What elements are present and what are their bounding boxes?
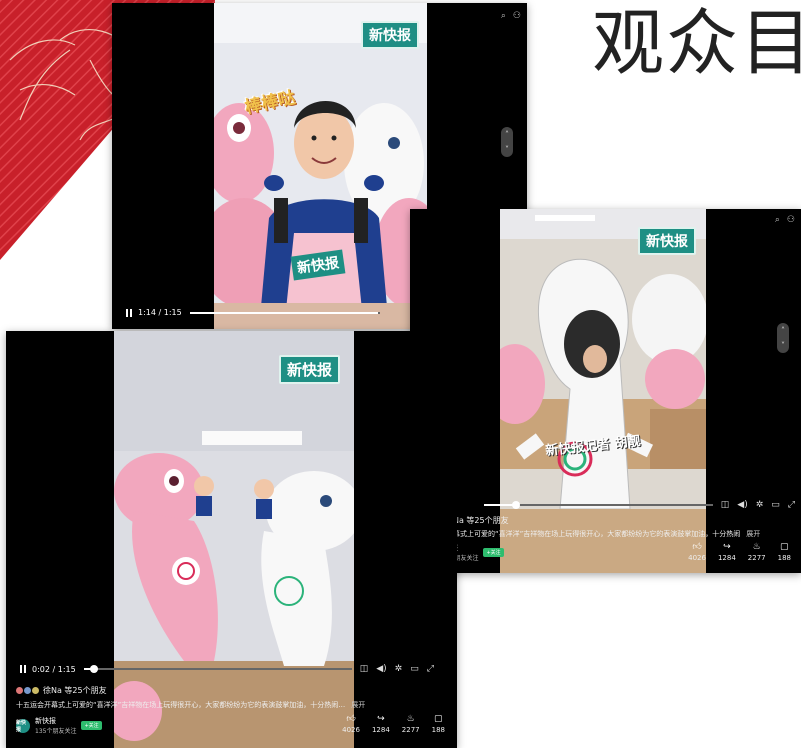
top-toolbar: ⌕ ⚇ xyxy=(775,215,795,225)
playback-bar: 0:02 / 1:15 ◫ ◀) ✲ ▭ ⤢ xyxy=(20,664,452,674)
account-followers: 135个朋友关注 xyxy=(35,728,77,735)
video-player-right[interactable]: 新快报 新快报记者 胡靓 ⌕ ⚇ ˄ ˅ 0:10 / 1:15 ◫ ◀) ✲ … xyxy=(410,209,801,573)
search-icon[interactable]: ⌕ xyxy=(501,11,506,21)
volume-icon[interactable]: ◀) xyxy=(737,500,747,510)
flame-icon: ♨ xyxy=(752,542,761,552)
follow-button[interactable]: +关注 xyxy=(483,548,504,557)
brand-logo: 新快报 xyxy=(361,21,419,49)
pause-icon[interactable] xyxy=(20,665,26,673)
friends-liked: 徐Na 等25个朋友 xyxy=(16,685,107,696)
friend-avatars xyxy=(16,687,39,694)
video-still-boy-with-mascots xyxy=(214,3,427,329)
settings-icon[interactable]: ✲ xyxy=(756,500,764,510)
headline-text: 观众目 xyxy=(592,1,801,85)
comment-icon: ▢ xyxy=(434,714,443,724)
share-count: 1284 xyxy=(371,726,390,734)
video-caption: 十五运会开幕式上可爱的“喜洋洋”吉祥物在场上玩得很开心，大家都纷纷为它的表演鼓掌… xyxy=(16,700,451,710)
share-icon: ↪ xyxy=(723,542,731,552)
thumbs-up-icon: 👍︎ xyxy=(692,542,702,552)
account-name[interactable]: 新快报 xyxy=(35,716,76,726)
video-frame[interactable]: 新快报 新快报记者 胡靓 xyxy=(500,209,706,573)
video-player-bottom-left[interactable]: 新快报 0:02 / 1:15 ◫ ◀) ✲ ▭ ⤢ 徐Na 等25个朋友 十五… xyxy=(6,331,457,748)
video-still-mascot-costume xyxy=(500,209,706,573)
player-controls: ◫ ◀) ✲ ▭ ⤢ xyxy=(721,500,795,510)
chevron-up-icon[interactable]: ˄ xyxy=(505,130,509,139)
share-count: 1284 xyxy=(717,554,736,562)
comment-count: 188 xyxy=(431,726,445,734)
chevron-down-icon[interactable]: ˅ xyxy=(781,341,785,350)
expand-link[interactable]: 展开 xyxy=(746,530,760,538)
brand-logo: 新快报 xyxy=(278,355,340,384)
player-controls: ◫ ◀) ✲ ▭ ⤢ xyxy=(360,664,434,674)
progress-track[interactable] xyxy=(83,665,352,673)
like-stat[interactable]: 👍︎ 4026 xyxy=(688,542,706,562)
progress-knob[interactable] xyxy=(89,665,98,673)
comment-count: 188 xyxy=(777,554,791,562)
progress-track[interactable] xyxy=(483,501,713,509)
like-count: 4026 xyxy=(342,726,360,734)
engagement-stats: 👍︎ 4026 ↪ 1284 ♨ 2277 ▢ 188 xyxy=(342,714,445,734)
brand-logo: 新快报 xyxy=(638,227,696,255)
progress-knob[interactable] xyxy=(511,501,520,509)
pip-icon[interactable]: ▭ xyxy=(410,664,419,674)
thumbs-up-icon: 👍︎ xyxy=(346,714,356,724)
user-icon[interactable]: ⚇ xyxy=(513,11,521,21)
playback-bar: 1:14 / 1:15 xyxy=(126,308,426,317)
danmaku-icon[interactable]: ◫ xyxy=(360,664,369,674)
danmaku-icon[interactable]: ◫ xyxy=(721,500,730,510)
video-caption: 十五运会开幕式上可爱的“喜洋洋”吉祥物在场上玩得很开心，大家都纷纷为它的表演鼓掌… xyxy=(418,529,793,539)
share-stat[interactable]: ↪ 1284 xyxy=(372,714,390,734)
user-icon[interactable]: ⚇ xyxy=(787,215,795,225)
fullscreen-icon[interactable]: ⤢ xyxy=(427,664,434,674)
top-toolbar: ⌕ ⚇ xyxy=(501,11,521,21)
fullscreen-icon[interactable]: ⤢ xyxy=(788,500,795,510)
playback-bar: 0:10 / 1:15 ◫ ◀) ✲ ▭ ⤢ xyxy=(420,496,795,514)
flame-icon: ♨ xyxy=(406,714,415,724)
caption-text: 十五运会开幕式上可爱的“喜洋洋”吉祥物在场上玩得很开心，大家都纷纷为它的表演鼓掌… xyxy=(418,530,741,538)
account-info[interactable]: 新快报 新快报 135个朋友关注 +关注 xyxy=(16,716,102,735)
recommend-stat[interactable]: ♨ 2277 xyxy=(748,542,766,562)
comment-icon: ▢ xyxy=(780,542,789,552)
share-stat[interactable]: ↪ 1284 xyxy=(718,542,736,562)
comment-stat[interactable]: ▢ 188 xyxy=(778,542,791,562)
search-icon[interactable]: ⌕ xyxy=(775,215,780,225)
like-count: 4026 xyxy=(688,554,706,562)
engagement-stats: 👍︎ 4026 ↪ 1284 ♨ 2277 ▢ 188 xyxy=(688,542,791,562)
progress-fill xyxy=(189,311,378,314)
settings-icon[interactable]: ✲ xyxy=(395,664,403,674)
time-display: 1:14 / 1:15 xyxy=(138,308,182,317)
nav-arrows[interactable]: ˄ ˅ xyxy=(501,127,513,157)
friends-liked-text: 徐Na 等25个朋友 xyxy=(43,686,107,695)
avatar[interactable]: 新快报 xyxy=(16,718,30,733)
share-icon: ↪ xyxy=(377,714,385,724)
chevron-down-icon[interactable]: ˅ xyxy=(505,145,509,154)
caption-text: 十五运会开幕式上可爱的“喜洋洋”吉祥物在场上玩得很开心，大家都纷纷为它的表演鼓掌… xyxy=(16,701,346,709)
progress-track[interactable] xyxy=(189,311,380,314)
pause-icon[interactable] xyxy=(126,308,132,317)
comment-stat[interactable]: ▢ 188 xyxy=(432,714,445,734)
video-frame[interactable]: 新快报 棒棒哒 新快报 xyxy=(214,3,427,329)
like-stat[interactable]: 👍︎ 4026 xyxy=(342,714,360,734)
progress-fill xyxy=(483,504,514,506)
follow-button[interactable]: +关注 xyxy=(81,721,102,730)
video-still-mascots-dancing xyxy=(114,331,354,748)
video-frame[interactable]: 新快报 xyxy=(114,331,354,748)
recommend-count: 2277 xyxy=(401,726,420,734)
expand-link[interactable]: 展开 xyxy=(351,701,365,709)
time-display: 0:02 / 1:15 xyxy=(32,664,76,674)
volume-icon[interactable]: ◀) xyxy=(376,664,386,674)
recommend-stat[interactable]: ♨ 2277 xyxy=(402,714,420,734)
chevron-up-icon[interactable]: ˄ xyxy=(781,326,785,335)
pip-icon[interactable]: ▭ xyxy=(771,500,780,510)
nav-arrows[interactable]: ˄ ˅ xyxy=(777,323,789,353)
recommend-count: 2277 xyxy=(747,554,766,562)
